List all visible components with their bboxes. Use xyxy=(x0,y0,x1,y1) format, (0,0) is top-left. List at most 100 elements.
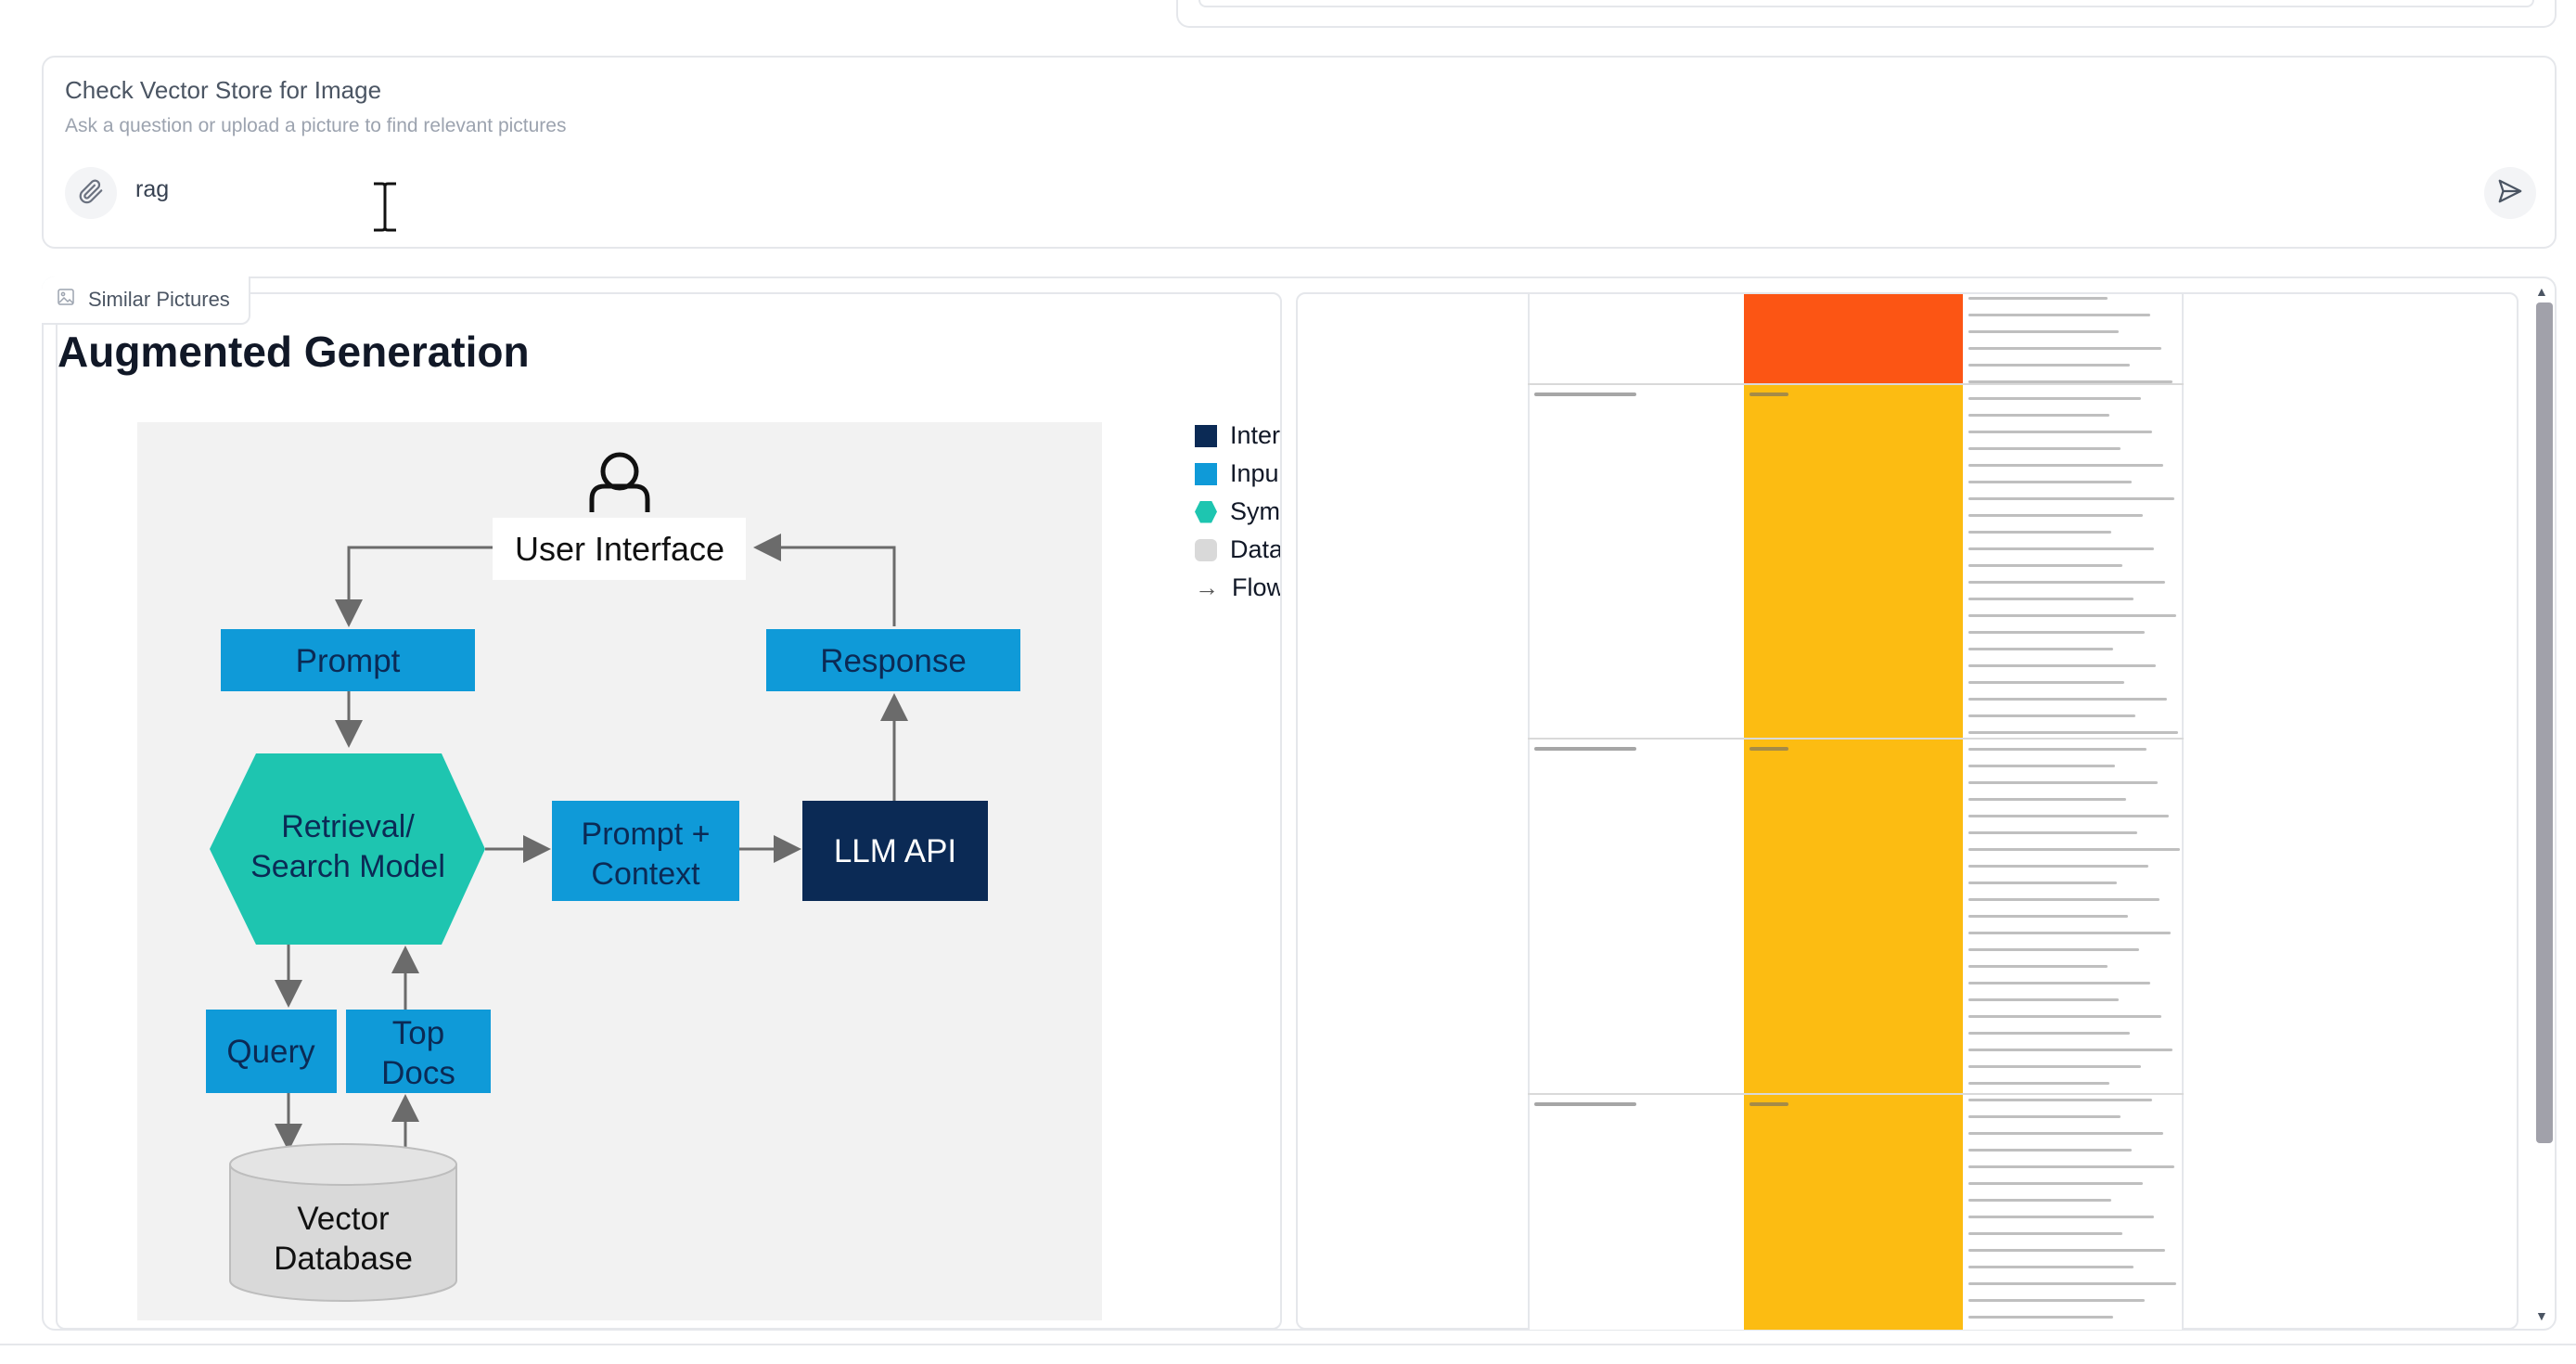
table-text-line xyxy=(1968,1216,2154,1218)
legend-label: Inter xyxy=(1230,421,1280,449)
attach-button[interactable] xyxy=(65,167,117,219)
table-text-line xyxy=(1968,714,2135,717)
legend-label: Inpu xyxy=(1230,459,1279,487)
table-text-line xyxy=(1968,831,2137,834)
table-text-line xyxy=(1968,848,2180,851)
query-label: Query xyxy=(226,1034,315,1070)
top-docs-label-2: Docs xyxy=(381,1055,455,1091)
table-text-line xyxy=(1968,464,2163,467)
vector-db-label-1: Vector xyxy=(297,1201,390,1237)
table-text-line xyxy=(1968,681,2124,684)
top-docs-label-1: Top xyxy=(392,1015,444,1051)
prompt-label: Prompt xyxy=(296,643,401,679)
gallery-label: Similar Pictures xyxy=(42,277,250,325)
query-input[interactable]: rag xyxy=(135,176,169,203)
input-subtitle: Ask a question or upload a picture to fi… xyxy=(65,115,567,136)
table-text-line xyxy=(1968,898,2159,901)
table-row-divider xyxy=(1528,383,2184,385)
multimodal-input-card xyxy=(42,56,2557,249)
table-text-line xyxy=(1968,531,2111,534)
table-cell-label xyxy=(1749,392,1788,396)
table-text-line xyxy=(1968,1299,2145,1302)
table-text-line xyxy=(1968,297,2108,300)
table-text-line xyxy=(1968,364,2130,367)
table-row-label xyxy=(1534,392,1636,396)
table-text-line xyxy=(1968,1266,2134,1268)
table-text-line xyxy=(1968,514,2143,517)
table-text-line xyxy=(1968,497,2174,500)
table-text-line xyxy=(1968,781,2158,784)
legend-label: Data xyxy=(1230,535,1280,563)
diagram-title: Augmented Generation xyxy=(58,328,530,376)
table-text-line xyxy=(1968,1199,2111,1202)
table-text-line xyxy=(1968,1282,2176,1285)
table-text-line xyxy=(1968,380,2172,383)
table-row-label xyxy=(1534,747,1636,751)
paperclip-icon xyxy=(77,177,105,210)
table-text-line xyxy=(1968,748,2147,751)
table-text-line xyxy=(1968,581,2165,584)
table-text-line xyxy=(1968,1115,2121,1118)
table-text-line xyxy=(1968,481,2132,483)
table-text-line xyxy=(1968,1015,2161,1018)
vector-db-label-2: Database xyxy=(274,1241,413,1277)
legend-swatch-navy xyxy=(1195,424,1217,447)
table-text-line xyxy=(1968,431,2152,433)
table-row-label xyxy=(1534,1102,1636,1106)
llm-api-label: LLM API xyxy=(834,833,956,869)
table-text-line xyxy=(1968,1132,2163,1135)
table-text-line xyxy=(1968,664,2156,667)
table-text-line xyxy=(1968,731,2178,734)
table-text-line xyxy=(1968,1082,2109,1085)
legend-swatch-blue xyxy=(1195,462,1217,485)
table-text-line xyxy=(1968,815,2169,817)
legend-swatch-gray xyxy=(1195,538,1217,561)
table-text-line xyxy=(1968,998,2119,1001)
table-text-line xyxy=(1968,1165,2174,1168)
response-label: Response xyxy=(820,643,967,679)
retrieval-label-1: Retrieval/ xyxy=(281,809,415,844)
table-text-line xyxy=(1968,414,2109,417)
diagram-legend: Inter Inpu Sym Data → Flow xyxy=(1195,408,1280,612)
table-text-line xyxy=(1968,564,2122,567)
image-icon xyxy=(57,288,75,312)
send-icon xyxy=(2496,177,2524,210)
table-text-line xyxy=(1968,915,2128,918)
table-text-line xyxy=(1968,447,2121,450)
prompt-context-label-2: Context xyxy=(591,856,700,892)
table-text-line xyxy=(1968,330,2119,333)
table-text-line xyxy=(1968,798,2126,801)
table-text-line xyxy=(1968,1232,2122,1235)
retrieval-label-2: Search Model xyxy=(250,849,445,884)
text-cursor-icon xyxy=(369,182,401,237)
table-text-line xyxy=(1968,648,2113,650)
table-amber-column xyxy=(1744,383,1963,1330)
scroll-down-icon[interactable]: ▼ xyxy=(2535,1308,2548,1323)
table-text-line xyxy=(1968,314,2150,316)
table-orange-cell xyxy=(1744,294,1963,383)
user-icon xyxy=(589,452,650,512)
table-text-line xyxy=(1968,1065,2141,1068)
table-text-line xyxy=(1968,1099,2152,1101)
table-cell-label xyxy=(1749,747,1788,751)
table-cell-label xyxy=(1749,1102,1788,1106)
table-text-line xyxy=(1968,1032,2130,1035)
bottom-divider xyxy=(0,1344,2576,1364)
send-button[interactable] xyxy=(2484,167,2536,219)
previous-output-textarea[interactable] xyxy=(1198,0,2534,7)
legend-label: Sym xyxy=(1230,497,1280,525)
table-text-line xyxy=(1968,982,2150,984)
table-text-line xyxy=(1968,547,2154,550)
prompt-context-label-1: Prompt + xyxy=(582,817,711,852)
table-text-line xyxy=(1968,932,2171,934)
scroll-up-icon[interactable]: ▲ xyxy=(2535,284,2548,299)
rag-diagram: User Interface Prompt Response Retrieval… xyxy=(206,452,1020,1302)
table-text-line xyxy=(1968,1149,2132,1152)
table-text-line xyxy=(1968,598,2134,600)
arrow-right-icon: → xyxy=(1195,573,1219,601)
user-interface-label: User Interface xyxy=(515,530,724,568)
table-text-line xyxy=(1968,881,2117,884)
table-text-line xyxy=(1968,965,2108,968)
scrollbar-thumb[interactable] xyxy=(2536,302,2553,1143)
table-text-line xyxy=(1968,948,2139,951)
